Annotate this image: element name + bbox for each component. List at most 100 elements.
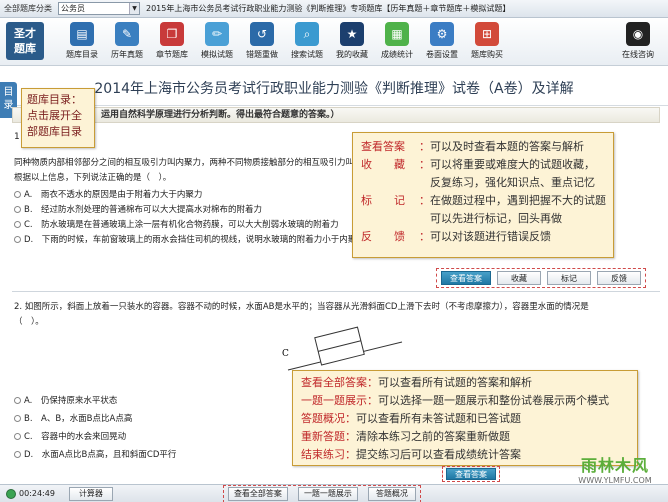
radio-button[interactable] [14,190,21,198]
title-bar: 2014年上海市公务员考试行政职业能力测验《判断推理》试卷（A卷）及详解 [0,66,668,106]
tooltip-value: 可以选择一题一题展示和整份试卷展示两个模式 [378,394,609,407]
calculator-button[interactable]: 计算器 [68,486,113,501]
answer-option[interactable]: B. A、B，水面B点比A点高 [14,412,132,424]
toolbar-item-label: 在线咨询 [622,50,654,59]
radio-button[interactable] [14,220,21,228]
tooltip-value: 可以查看所有未答试题和已答试题 [356,412,521,425]
paper-icon: ✎ [115,22,139,46]
tooltip-separator [419,174,430,192]
tooltip-row: 可以先进行标记，回头再做 [361,210,605,228]
tooltip-value: 提交练习后可以查看成绩统计答案 [356,448,521,461]
tooltip-value: 可以对该题进行错误反馈 [430,230,551,243]
tooltip-key [361,210,419,228]
tooltip-value: 清除本练习之前的答案重新做题 [356,430,510,443]
tooltip-row: 一题一题展示：可以选择一题一题展示和整份试卷展示两个模式 [301,392,629,410]
tooltip-separator: ： [367,376,378,389]
one-by-one-button[interactable]: 一题一题展示 [297,486,358,501]
tooltip-value: 在做题过程中，遇到把握不大的试题 [430,194,606,207]
toolbar-item-pencil[interactable]: ✏ 模拟试题 [197,22,237,60]
feedback-button[interactable]: 反馈 [597,271,641,285]
answer-option[interactable]: D. 水面A点比B点高，且和斜面CD平行 [14,448,176,460]
view-answer-button[interactable]: 查看答案 [446,468,496,480]
option-text: A. 雨衣不透水的原因是由于附着力大于内聚力 [24,190,203,200]
tooltip-separator: ： [345,430,356,443]
cart-icon: ⊞ [475,22,499,46]
tooltip-value: 反复练习，强化知识点、重点记忆 [430,176,595,189]
radio-button[interactable] [14,414,21,422]
toolbar-item-gear[interactable]: ⚙ 卷面设置 [422,22,462,60]
redo-icon: ↺ [250,22,274,46]
figure-label-c: C [282,349,289,359]
category-select[interactable]: 公务员 ▼ [58,2,140,15]
answer-option[interactable]: A. 雨衣不透水的原因是由于附着力大于内聚力 [14,188,202,200]
category-label: 全部题库分类 [4,4,52,13]
toolbar-item-search[interactable]: ⌕ 搜索试题 [287,22,327,60]
answer-option[interactable]: B. 经过防水剂处理的普通棉布可以大大提高水对棉布的附着力 [14,203,262,215]
tooltip-row: 查看答案 ：可以及时查看本题的答案与解析 [361,138,605,156]
book-icon: ▤ [70,22,94,46]
timer: 00:24:49 [6,488,55,499]
tooltip-key: 一题一题展示 [301,394,367,407]
tooltip-key: 收 藏 [361,158,405,171]
question-1-actions: 查看答案 收藏 标记 反馈 [436,268,646,288]
tooltip-separator [419,210,430,228]
search-icon: ⌕ [295,22,319,46]
toolbar-item-label: 章节题库 [156,50,188,59]
answer-option[interactable]: C. 防水玻璃是在普通玻璃上涂一层有机化合物药膜，可以大大削弱水玻璃的附着力 [14,218,339,230]
tooltip-row: 重新答题：清除本练习之前的答案重新做题 [301,428,629,446]
radio-button[interactable] [14,235,21,243]
tooltip-key [361,174,419,192]
tooltip-key: 查看答案 [361,140,405,153]
tooltip-value: 可以将重要或难度大的试题收藏， [430,158,595,171]
tooltip-row: 答题概况：可以查看所有未答试题和已答试题 [301,410,629,428]
toolbar-item-chapter[interactable]: ❐ 章节题库 [152,22,192,60]
tooltip-row: 标 记 ：在做题过程中，遇到把握不大的试题 [361,192,606,210]
directory-tooltip: 题库目录： 点击展开全 部题库目录 [21,88,95,148]
radio-button[interactable] [14,205,21,213]
chevron-down-icon: ▼ [129,3,139,14]
answer-overview-button[interactable]: 答题概况 [367,486,416,501]
option-text: D. 下雨的时候，车前窗玻璃上的雨水会挡住司机的视线，说明水玻璃的附着力小于内聚… [24,235,365,245]
page-title: 2014年上海市公务员考试行政职业能力测验《判断推理》试卷（A卷）及详解 [94,81,574,97]
radio-button[interactable] [14,432,21,440]
radio-button[interactable] [14,450,21,458]
chart-icon: ▦ [385,22,409,46]
pencil-icon: ✏ [205,22,229,46]
toolbar-item-redo[interactable]: ↺ 错题重做 [242,22,282,60]
mark-button[interactable]: 标记 [547,271,591,285]
toolbar-item-label: 卷面设置 [426,50,458,59]
tooltip-key: 结束练习 [301,448,345,461]
favorite-button[interactable]: 收藏 [497,271,541,285]
question-actions-tooltip: 查看答案：可以及时查看本题的答案与解析收 藏：可以将重要或难度大的试题收藏， 反… [352,132,614,258]
section-instruction: 运用自然科学原理进行分析判断。得出最符合题意的答案。） [12,107,660,123]
tooltip-row: 查看全部答案：可以查看所有试题的答案和解析 [301,374,629,392]
chapter-icon: ❐ [160,22,184,46]
toolbar-item-label: 题库目录 [66,50,98,59]
toolbar-item-chart[interactable]: ▦ 成绩统计 [377,22,417,60]
question-divider [12,291,660,292]
tooltip-value: 可以及时查看本题的答案与解析 [430,140,584,153]
answer-option[interactable]: D. 下雨的时候，车前窗玻璃上的雨水会挡住司机的视线，说明水玻璃的附着力小于内聚… [14,233,365,245]
option-text: B. 经过防水剂处理的普通棉布可以大大提高水对棉布的附着力 [24,205,263,215]
toolbar-item-book[interactable]: ▤ 题库目录 [62,22,102,60]
gear-icon: ⚙ [430,22,454,46]
answer-option[interactable]: C. 容器中的水会来回晃动 [14,430,126,442]
view-all-answers-button[interactable]: 查看全部答案 [227,486,288,501]
main-toolbar: 圣才 题库 ▤ 题库目录 ✎ 历年真题 ❐ 章节题库 ✏ 模拟试题 ↺ 错题重做 ⌕ 搜索试题 ★ 我的收… [0,18,668,66]
tooltip-key: 查看全部答案 [301,376,367,389]
toolbar-item-label: 错题重做 [246,50,278,59]
toolbar-item-qq[interactable]: ◉ 在线咨询 [618,22,658,60]
question-2-actions: 查看答案 [442,466,500,482]
clock-icon [6,488,16,499]
toolbar-item-cart[interactable]: ⊞ 题库购买 [467,22,507,60]
practice-controls: 查看全部答案 一题一题展示 答题概况 [222,484,421,502]
toolbar-item-star[interactable]: ★ 我的收藏 [332,22,372,60]
toolbar-item-label: 题库购买 [471,50,503,59]
option-text: B. A、B，水面B点比A点高 [24,414,133,424]
radio-button[interactable] [14,396,21,404]
toolbar-item-paper[interactable]: ✎ 历年真题 [107,22,147,60]
question-number: 1 [14,132,20,142]
option-text: A. 仍保持原来水平状态 [24,396,118,406]
answer-option[interactable]: A. 仍保持原来水平状态 [14,394,117,406]
view-answer-button[interactable]: 查看答案 [441,271,491,285]
